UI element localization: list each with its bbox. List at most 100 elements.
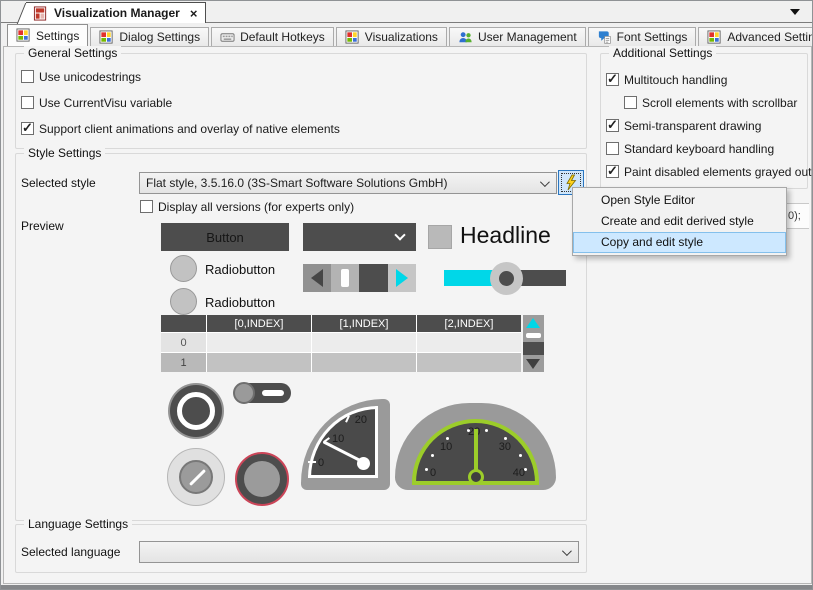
checkbox-scroll-elements-with-scrollbar[interactable]: Scroll elements with scrollbar — [624, 95, 797, 110]
checkbox-label: Semi-transparent drawing — [624, 119, 761, 133]
chevron-down-icon — [540, 177, 550, 187]
close-icon[interactable]: × — [190, 6, 198, 21]
checkbox-label: Multitouch handling — [624, 73, 727, 87]
checkbox-use-unicodestrings[interactable]: Use unicodestrings — [21, 69, 141, 84]
preview-lamp — [168, 383, 224, 439]
tab-settings[interactable]: Settings — [7, 24, 88, 46]
scroll-up-icon — [526, 318, 540, 328]
gauge-tick-label: 40 — [513, 467, 525, 479]
checkbox-standard-keyboard-handling[interactable]: Standard keyboard handling — [606, 141, 774, 156]
tab-label: Visualizations — [365, 30, 438, 44]
checkbox-semi-transparent-drawing[interactable]: Semi-transparent drawing — [606, 118, 761, 133]
visualization-manager-window: Visualization Manager × Settings Dialog … — [0, 0, 813, 590]
gauge-tick-label: 0 — [318, 457, 324, 469]
table-cell — [417, 353, 521, 372]
tab-default-hotkeys[interactable]: Default Hotkeys — [211, 27, 334, 46]
preview-radiobutton-2 — [170, 288, 197, 315]
style-context-menu: Open Style Editor Create and edit derive… — [572, 187, 787, 256]
tab-user-management[interactable]: User Management — [449, 27, 586, 46]
table-row-header: 0 — [161, 333, 206, 352]
checkbox-box[interactable] — [140, 200, 153, 213]
tab-list-dropdown-icon[interactable] — [790, 9, 800, 15]
tab-label: Font Settings — [617, 30, 688, 44]
selected-language-label: Selected language — [21, 545, 120, 559]
checkbox-label: Display all versions (for experts only) — [158, 200, 354, 214]
group-legend: Additional Settings — [609, 46, 716, 60]
checkbox-box[interactable] — [606, 119, 619, 132]
checkbox-label: Standard keyboard handling — [624, 142, 774, 156]
checkbox-box[interactable] — [21, 122, 34, 135]
document-tab[interactable]: Visualization Manager × — [26, 2, 206, 23]
checkbox-display-all-versions[interactable]: Display all versions (for experts only) — [140, 199, 354, 214]
users-icon — [458, 30, 473, 45]
checkbox-label: Support client animations and overlay of… — [39, 122, 340, 136]
group-legend: Language Settings — [24, 517, 132, 531]
preview-button: Button — [161, 223, 289, 251]
table-header-cell: [0,INDEX] — [207, 315, 311, 332]
preview-potentiometer — [167, 448, 225, 506]
scrollbar-block — [523, 342, 544, 355]
scrollbar-thumb — [526, 333, 541, 338]
chevron-down-icon — [394, 229, 405, 240]
preview-slider-knob — [490, 262, 523, 295]
selected-language-combobox[interactable] — [139, 541, 579, 563]
checkbox-box[interactable] — [21, 70, 34, 83]
group-legend: Style Settings — [24, 146, 105, 160]
slider-filled-track — [444, 270, 494, 286]
tab-label: Advanced Settings — [727, 30, 813, 44]
checkbox-box[interactable] — [606, 73, 619, 86]
preview-headline-square — [428, 225, 452, 249]
spin-left-arrow-icon — [303, 264, 331, 292]
visualization-icon — [16, 28, 31, 43]
tab-dialog-settings[interactable]: Dialog Settings — [90, 27, 209, 46]
preview-spin-control — [303, 264, 416, 292]
checkbox-box[interactable] — [606, 142, 619, 155]
table-cell — [417, 333, 521, 352]
checkbox-label: Use unicodestrings — [39, 70, 141, 84]
visualization-icon — [707, 30, 722, 45]
preview-radiobutton-1-label: Radiobutton — [205, 262, 275, 277]
tab-font-settings[interactable]: Font Settings — [588, 27, 697, 46]
spin-thumb — [331, 264, 359, 292]
group-legend: General Settings — [24, 46, 121, 60]
font-bubble-icon — [597, 30, 612, 45]
visualization-icon — [345, 30, 360, 45]
table-cell — [312, 353, 416, 372]
tab-label: Settings — [36, 29, 79, 43]
selected-style-combobox[interactable]: Flat style, 3.5.16.0 (3S-Smart Software … — [139, 172, 557, 194]
checkbox-multitouch-handling[interactable]: Multitouch handling — [606, 72, 727, 87]
menu-item-copy-and-edit-style[interactable]: Copy and edit style — [573, 232, 786, 253]
gauge-hub — [468, 469, 484, 485]
tab-label: Dialog Settings — [119, 30, 200, 44]
table-cell — [312, 333, 416, 352]
preview-toggle-switch — [234, 383, 291, 403]
preview-headline-text: Headline — [460, 222, 551, 249]
menu-item-open-style-editor[interactable]: Open Style Editor — [573, 190, 786, 211]
checkbox-box[interactable] — [606, 165, 619, 178]
document-tab-title: Visualization Manager — [54, 6, 180, 20]
checkbox-paint-disabled-elements[interactable]: Paint disabled elements grayed out — [606, 164, 811, 179]
checkbox-use-currentvisu-variable[interactable]: Use CurrentVisu variable — [21, 95, 172, 110]
checkbox-label: Use CurrentVisu variable — [39, 96, 172, 110]
gauge-face: 0 10 20 30 40 — [412, 419, 539, 485]
tab-label: Default Hotkeys — [240, 30, 325, 44]
scroll-down-icon — [526, 359, 540, 369]
combobox-value: Flat style, 3.5.16.0 (3S-Smart Software … — [146, 176, 447, 190]
document-tab-bar: Visualization Manager × — [1, 1, 812, 23]
preview-button-label: Button — [206, 230, 244, 245]
tab-advanced-settings[interactable]: Advanced Settings — [698, 27, 813, 46]
checkbox-box[interactable] — [21, 96, 34, 109]
table-row-header: 1 — [161, 353, 206, 372]
checkbox-box[interactable] — [624, 96, 637, 109]
tab-visualizations[interactable]: Visualizations — [336, 27, 447, 46]
settings-tab-strip: Settings Dialog Settings Default Hotkeys… — [7, 24, 813, 46]
preview-combobox — [303, 223, 416, 251]
gauge-tick-label: 10 — [332, 433, 344, 445]
gauge-tick-label: 0 — [430, 467, 436, 479]
checkbox-support-client-animations[interactable]: Support client animations and overlay of… — [21, 121, 340, 136]
visualization-manager-icon — [33, 6, 48, 21]
menu-item-create-derived-style[interactable]: Create and edit derived style — [573, 211, 786, 232]
checkbox-label: Scroll elements with scrollbar — [642, 96, 797, 110]
keyboard-icon — [220, 30, 235, 45]
gauge-tick-label: 30 — [499, 441, 511, 453]
